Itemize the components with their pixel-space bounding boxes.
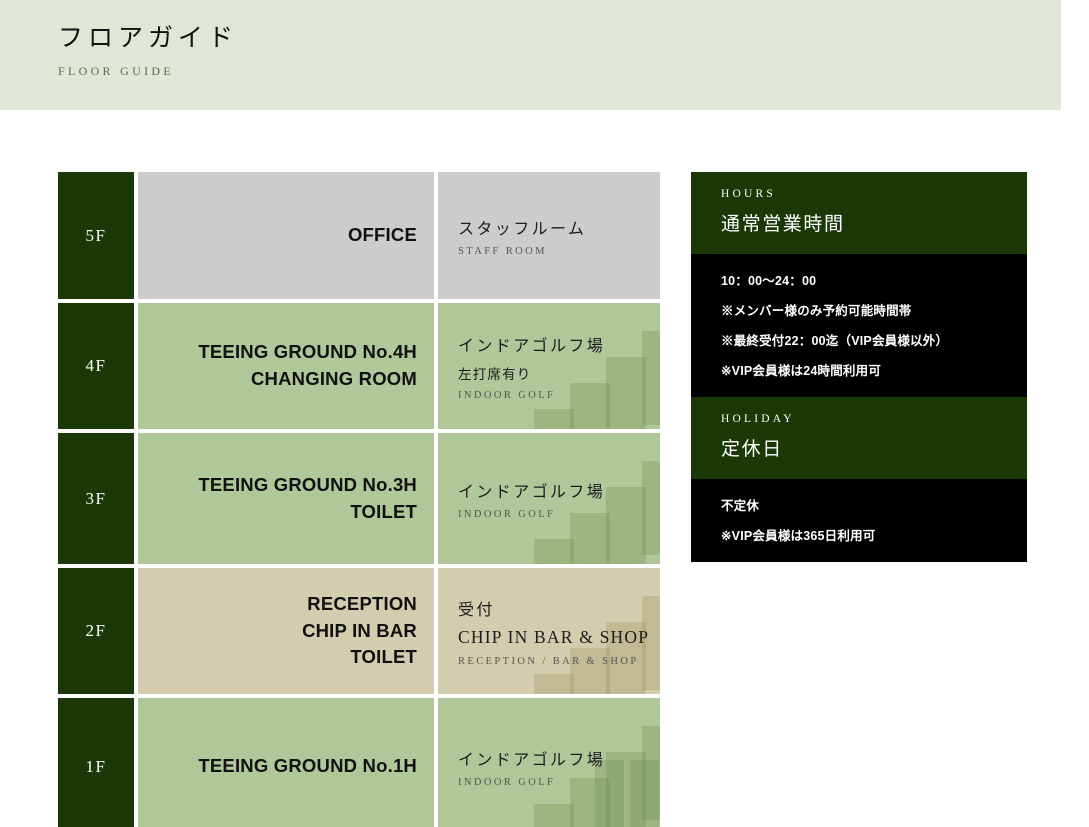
holiday-header: HOLIDAY 定休日 [691, 397, 1027, 479]
side-title-jp: インドアゴルフ場 [458, 337, 606, 355]
floor-side-text: 受付 CHIP IN BAR & SHOP RECEPTION / BAR & SH… [458, 596, 660, 667]
holiday-eyebrow: HOLIDAY [721, 413, 795, 425]
info-line: 10：00〜24：00 [721, 274, 817, 288]
floor-side-text: インドアゴルフ場 左打席有り INDOOR GOLF [458, 332, 660, 401]
hours-eyebrow: HOURS [721, 188, 776, 200]
floor-side-panel: スタッフルーム STAFF ROOM [438, 172, 660, 299]
side-caption-en: RECEPTION / BAR & SHOP [458, 655, 639, 667]
side-title-jp: スタッフルーム [458, 220, 587, 238]
floor-label: 3F [58, 433, 134, 564]
floor-side-text: インドアゴルフ場 INDOOR GOLF [458, 478, 660, 520]
info-line: 不定休 [721, 499, 760, 513]
page-subtitle: FLOOR GUIDE [58, 64, 174, 78]
floor-label: 4F [58, 303, 134, 429]
info-panel: HOURS 通常営業時間 10：00〜24：00 ※メンバー様のみ予約可能時間帯 ※… [691, 172, 1027, 562]
side-title-en: CHIP IN BAR & SHOP [458, 626, 650, 647]
floor-main-text: TEEING GROUND No.1H [138, 698, 434, 827]
side-subtitle-jp: 左打席有り [458, 366, 532, 382]
floor-main-line: CHANGING ROOM [250, 368, 417, 389]
hours-header: HOURS 通常営業時間 [691, 172, 1027, 254]
floor-label: 2F [58, 568, 134, 694]
floor-side-panel: インドアゴルフ場 INDOOR GOLF [438, 433, 660, 564]
side-caption-en: STAFF ROOM [458, 245, 547, 257]
floor-label: 1F [58, 698, 134, 827]
side-caption-en: INDOOR GOLF [458, 389, 556, 401]
floor-main-line: OFFICE [347, 224, 417, 246]
floor-guide-page: フロアガイド FLOOR GUIDE 5F OFFICE スタッフルーム STAFF … [0, 0, 1089, 827]
floor-row: 2F RECEPTION CHIP IN BAR TOILET 受付 CHIP IN BA… [58, 568, 660, 694]
floor-main-text: TEEING GROUND No.3H TOILET [138, 433, 434, 564]
floor-label: 5F [58, 172, 134, 299]
page-title: フロアガイド [58, 25, 239, 52]
hours-body: 10：00〜24：00 ※メンバー様のみ予約可能時間帯 ※最終受付22：00迄（VI… [691, 254, 1027, 397]
floor-main-line: TOILET [350, 500, 417, 522]
page-header: フロアガイド FLOOR GUIDE [0, 0, 1061, 110]
floor-row: 5F OFFICE スタッフルーム STAFF ROOM [58, 172, 660, 299]
floor-row: 1F TEEING GROUND No.1H インドアゴルフ場 INDOOR GOLF [58, 698, 660, 827]
floor-main-line: TOILET [350, 646, 417, 668]
floor-row: 4F TEEING GROUND No.4H CHANGING ROOM インドアゴル… [58, 303, 660, 429]
side-title-jp: 受付 [458, 601, 495, 619]
holiday-body: 不定休 ※VIP会員様は365日利用可 [691, 479, 1027, 562]
side-caption-en: INDOOR GOLF [458, 508, 556, 520]
hours-title: 通常営業時間 [721, 214, 845, 235]
floor-row: 3F TEEING GROUND No.3H TOILET インドアゴルフ場 INDOO… [58, 433, 660, 564]
floor-side-text: インドアゴルフ場 INDOOR GOLF [458, 746, 660, 788]
floor-main-text: RECEPTION CHIP IN BAR TOILET [138, 568, 434, 694]
floor-side-panel: 受付 CHIP IN BAR & SHOP RECEPTION / BAR & SH… [438, 568, 660, 694]
floor-main-line: TEEING GROUND No.1H [198, 755, 417, 777]
floor-main-text: OFFICE [138, 172, 434, 299]
floor-main-line: TEEING GROUND No.4H [198, 341, 417, 363]
floor-side-panel: インドアゴルフ場 左打席有り INDOOR GOLF [438, 303, 660, 429]
info-line: ※最終受付22：00迄（VIP会員様以外） [721, 334, 949, 348]
side-caption-en: INDOOR GOLF [458, 776, 556, 788]
floor-list: 5F OFFICE スタッフルーム STAFF ROOM 4F TEEING GROUND… [58, 172, 660, 827]
holiday-title: 定休日 [721, 439, 783, 460]
floor-main-line: TEEING GROUND No.3H [198, 473, 417, 495]
side-title-jp: インドアゴルフ場 [458, 483, 606, 501]
info-line: ※VIP会員様は24時間利用可 [721, 364, 882, 378]
info-line: ※メンバー様のみ予約可能時間帯 [721, 304, 912, 318]
side-title-jp: インドアゴルフ場 [458, 751, 606, 769]
info-line: ※VIP会員様は365日利用可 [721, 529, 876, 543]
floor-main-line: CHIP IN BAR [302, 619, 417, 641]
floor-side-panel: インドアゴルフ場 INDOOR GOLF [438, 698, 660, 827]
floor-main-line: RECEPTION [307, 592, 417, 614]
floor-side-text: スタッフルーム STAFF ROOM [458, 215, 660, 257]
floor-main-text: TEEING GROUND No.4H CHANGING ROOM [138, 303, 434, 429]
